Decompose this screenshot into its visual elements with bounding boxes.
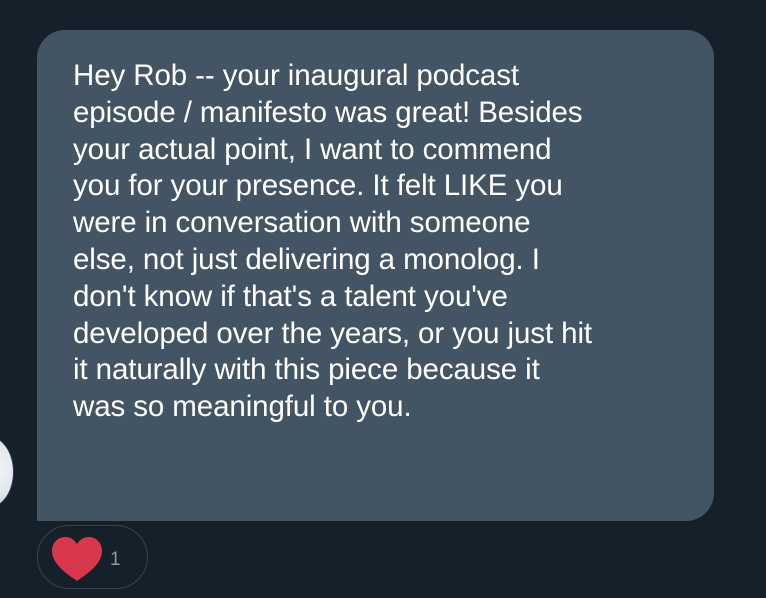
sender-avatar[interactable] bbox=[0, 436, 14, 508]
heart-icon bbox=[52, 537, 102, 581]
message-bubble[interactable]: Hey Rob -- your inaugural podcast episod… bbox=[37, 30, 714, 521]
dm-conversation: Hey Rob -- your inaugural podcast episod… bbox=[0, 0, 766, 598]
reaction-count: 1 bbox=[110, 549, 121, 570]
reaction-pill[interactable]: 1 bbox=[37, 525, 148, 589]
message-text: Hey Rob -- your inaugural podcast episod… bbox=[73, 59, 593, 424]
